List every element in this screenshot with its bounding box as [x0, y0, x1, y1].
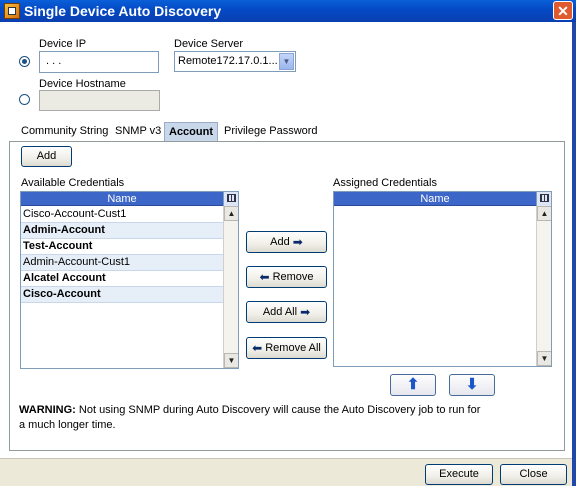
device-ip-label: Device IP — [39, 38, 87, 50]
assigned-list-scrollbar[interactable]: ▲ ▼ — [536, 206, 551, 366]
close-window-button[interactable]: ✕ — [553, 1, 573, 20]
warning-message: WARNING: Not using SNMP during Auto Disc… — [19, 403, 489, 433]
column-chooser-icon[interactable] — [223, 192, 238, 206]
list-item[interactable]: Cisco-Account — [21, 287, 223, 303]
add-button[interactable]: Add ➡ — [246, 231, 327, 253]
name-column-header[interactable]: Name — [334, 192, 536, 206]
arrow-left-icon: ⬅ — [252, 341, 263, 355]
available-credentials-label: Available Credentials — [21, 177, 125, 189]
list-item[interactable]: Alcatel Account — [21, 271, 223, 287]
remove-button[interactable]: ⬅ Remove — [246, 266, 327, 288]
device-server-label: Device Server — [174, 38, 244, 50]
add-button-label: Add — [270, 236, 290, 248]
arrow-right-icon: ➡ — [300, 305, 311, 319]
dialog-window: Single Device Auto Discovery ✕ Device IP… — [0, 0, 576, 486]
list-item[interactable]: Admin-Account-Cust1 — [21, 255, 223, 271]
device-ip-input[interactable]: . . . — [39, 51, 159, 73]
add-credential-button[interactable]: Add — [21, 146, 72, 167]
footer-divider — [0, 458, 572, 459]
list-item[interactable]: Admin-Account — [21, 223, 223, 239]
device-ip-radio[interactable] — [19, 56, 30, 67]
device-server-select[interactable]: Remote172.17.0.1... ▼ — [174, 51, 296, 72]
scroll-up-arrow-icon[interactable]: ▲ — [537, 206, 551, 221]
add-all-button[interactable]: Add All ➡ — [246, 301, 327, 323]
execute-button[interactable]: Execute — [425, 464, 493, 485]
assigned-credentials-label: Assigned Credentials — [333, 177, 437, 189]
device-hostname-input[interactable] — [39, 90, 160, 111]
title-bar[interactable]: Single Device Auto Discovery ✕ — [0, 0, 576, 22]
warning-text: Not using SNMP during Auto Discovery wil… — [19, 404, 481, 431]
close-button[interactable]: Close — [500, 464, 567, 485]
warning-prefix: WARNING: — [19, 404, 76, 416]
device-hostname-radio[interactable] — [19, 94, 30, 105]
arrow-down-icon: ⬇ — [465, 376, 479, 393]
remove-all-button-label: Remove All — [265, 342, 321, 354]
device-server-value: Remote172.17.0.1... — [178, 55, 278, 67]
move-down-button[interactable]: ⬇ — [449, 374, 495, 396]
arrow-left-icon: ⬅ — [259, 270, 270, 284]
available-list-scrollbar[interactable]: ▲ ▼ — [223, 206, 238, 368]
tab-account[interactable]: Account — [164, 122, 218, 142]
list-item[interactable]: Cisco-Account-Cust1 — [21, 207, 223, 223]
add-all-button-label: Add All — [262, 306, 298, 318]
tab-snmp-v3[interactable]: SNMP v3 — [111, 122, 165, 142]
scroll-down-arrow-icon[interactable]: ▼ — [537, 351, 551, 366]
app-icon — [4, 3, 20, 19]
assigned-credentials-list[interactable]: Name ▲ ▼ — [333, 191, 552, 367]
window-border — [572, 22, 576, 486]
tab-privilege-password[interactable]: Privilege Password — [220, 122, 322, 142]
remove-all-button[interactable]: ⬅ Remove All — [246, 337, 327, 359]
list-item[interactable]: Test-Account — [21, 239, 223, 255]
available-credentials-list[interactable]: Name Cisco-Account-Cust1 Admin-Account T… — [20, 191, 239, 369]
arrow-up-icon: ⬆ — [406, 376, 420, 393]
arrow-right-icon: ➡ — [292, 235, 303, 249]
move-up-button[interactable]: ⬆ — [390, 374, 436, 396]
device-hostname-label: Device Hostname — [39, 78, 126, 90]
name-column-header[interactable]: Name — [21, 192, 223, 206]
column-chooser-icon[interactable] — [536, 192, 551, 206]
scroll-up-arrow-icon[interactable]: ▲ — [224, 206, 238, 221]
window-title: Single Device Auto Discovery — [24, 3, 222, 19]
scroll-down-arrow-icon[interactable]: ▼ — [224, 353, 238, 368]
remove-button-label: Remove — [272, 271, 314, 283]
dropdown-arrow-icon[interactable]: ▼ — [279, 53, 294, 70]
tab-community-string[interactable]: Community String — [17, 122, 112, 142]
